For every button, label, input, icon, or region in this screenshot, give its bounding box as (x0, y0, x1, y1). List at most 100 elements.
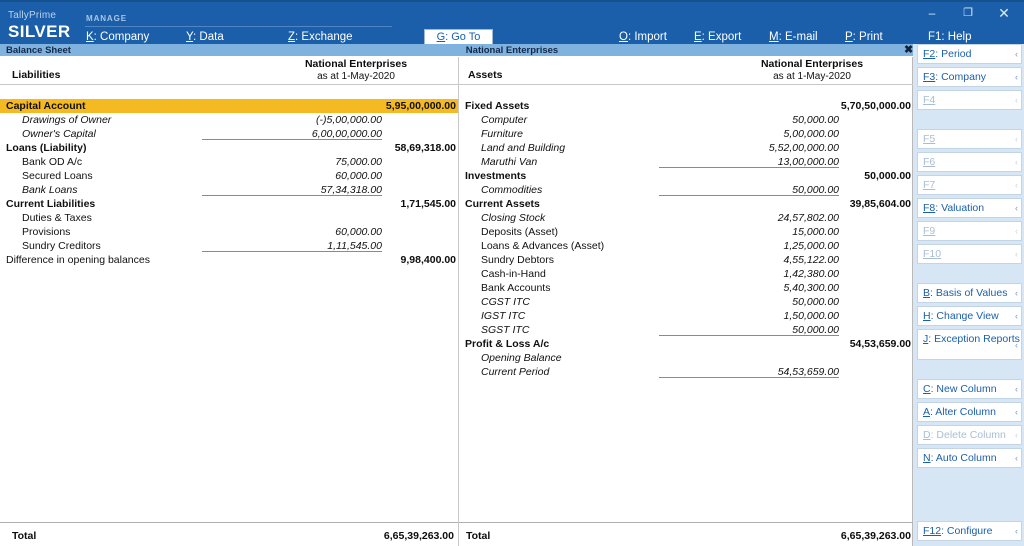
account-row[interactable]: Sundry Debtors4,55,122.00 (459, 253, 913, 267)
menu-label-export: : Export (702, 31, 742, 43)
assets-header: Assets (468, 69, 502, 81)
menu-key-print: P (845, 31, 853, 43)
account-row[interactable]: Deposits (Asset)15,000.00 (459, 225, 913, 239)
account-row[interactable]: Cash-in-Hand1,42,380.00 (459, 267, 913, 281)
fkey-key: F3 (923, 71, 935, 83)
row-label: Investments (465, 169, 526, 183)
account-row[interactable]: Computer50,000.00 (459, 113, 913, 127)
report-close-icon[interactable]: ✖ (904, 44, 913, 57)
row-sub-amount: 4,55,122.00 (659, 253, 839, 267)
fkey-button-f2[interactable]: F2: Period‹ (917, 44, 1022, 64)
row-total-amount: 54,53,659.00 (731, 337, 911, 351)
fkey-label: : New Column (931, 383, 997, 395)
fkey-button-c[interactable]: C: New Column‹ (917, 379, 1022, 399)
row-label: Drawings of Owner (22, 113, 111, 127)
account-row[interactable]: Provisions60,000.00 (0, 225, 458, 239)
liabilities-total-label: Total (12, 529, 36, 543)
row-total-amount: 5,70,50,000.00 (731, 99, 911, 113)
menu-item-help[interactable]: F1: Help (928, 30, 971, 44)
account-row[interactable]: Land and Building5,52,00,000.00 (459, 141, 913, 155)
row-label: Current Liabilities (6, 197, 95, 211)
menu-label-company: : Company (94, 31, 150, 43)
menu-item-data[interactable]: Y: Data (186, 30, 224, 44)
account-row[interactable]: Bank Accounts5,40,300.00 (459, 281, 913, 295)
function-key-sidebar: F2: Period‹F3: Company‹F4‹F5‹F6‹F7‹F8: V… (913, 44, 1024, 546)
top-spacer-left (0, 85, 458, 99)
top-menu-bar: TallyPrime SILVER MANAGE K: Company Y: D… (0, 0, 1024, 44)
account-row[interactable]: Bank Loans57,34,318.00 (0, 183, 458, 197)
fkey-button-a[interactable]: A: Alter Column‹ (917, 402, 1022, 422)
fkey-key: F4 (923, 94, 935, 106)
account-row[interactable]: Current Period54,53,659.00 (459, 365, 913, 379)
assets-date-header: as at 1-May-2020 (712, 70, 912, 83)
row-label: Closing Stock (481, 211, 545, 225)
menu-item-export[interactable]: E: Export (694, 30, 741, 44)
account-row[interactable]: Loans & Advances (Asset)1,25,000.00 (459, 239, 913, 253)
account-row[interactable]: Bank OD A/c75,000.00 (0, 155, 458, 169)
fkey-key: C (923, 383, 931, 395)
menu-divider-rule (85, 26, 392, 27)
fkey-key: N (923, 452, 931, 464)
chevron-left-icon: ‹ (1015, 245, 1018, 264)
group-row[interactable]: Profit & Loss A/c54,53,659.00 (459, 337, 913, 351)
fkey-button-f12[interactable]: F12: Configure‹ (917, 521, 1022, 541)
minimize-icon[interactable]: – (914, 2, 950, 24)
menu-item-email[interactable]: M: E-mail (769, 30, 818, 44)
fkey-button-n[interactable]: N: Auto Column‹ (917, 448, 1022, 468)
row-total-amount: 58,69,318.00 (276, 141, 456, 155)
fkey-button-f10: F10‹ (917, 244, 1022, 264)
liabilities-column: Capital Account5,95,00,000.00Drawings of… (0, 85, 458, 522)
fkey-button-j[interactable]: J: Exception Reports‹ (917, 329, 1022, 360)
row-label: Cash-in-Hand (481, 267, 546, 281)
account-row[interactable]: SGST ITC50,000.00 (459, 323, 913, 337)
row-label: Current Period (481, 365, 549, 379)
group-row[interactable]: Current Liabilities1,71,545.00 (0, 197, 458, 211)
menu-item-company[interactable]: K: Company (86, 30, 149, 44)
account-row[interactable]: CGST ITC50,000.00 (459, 295, 913, 309)
go-to-button[interactable]: G: Go To (424, 29, 493, 45)
account-row[interactable]: Sundry Creditors1,11,545.00 (0, 239, 458, 253)
group-row[interactable]: Fixed Assets5,70,50,000.00 (459, 99, 913, 113)
maximize-icon[interactable]: ❐ (950, 2, 986, 24)
account-row[interactable]: Owner's Capital6,00,00,000.00 (0, 127, 458, 141)
menu-item-import[interactable]: O: Import (619, 30, 667, 44)
fkey-button-f3[interactable]: F3: Company‹ (917, 67, 1022, 87)
account-row[interactable]: Commodities50,000.00 (459, 183, 913, 197)
fkey-button-h[interactable]: H: Change View‹ (917, 306, 1022, 326)
fkey-label: : Company (935, 71, 986, 83)
row-label: SGST ITC (481, 323, 529, 337)
row-sub-amount: 60,000.00 (202, 225, 382, 239)
group-row[interactable]: Investments50,000.00 (459, 169, 913, 183)
fkey-key: F6 (923, 156, 935, 168)
group-row[interactable]: Current Assets39,85,604.00 (459, 197, 913, 211)
group-row[interactable]: Capital Account5,95,00,000.00 (0, 99, 458, 113)
close-icon[interactable]: ✕ (986, 2, 1022, 24)
menu-item-print[interactable]: P: Print (845, 30, 883, 44)
header-column-divider (458, 57, 459, 85)
account-row[interactable]: Furniture5,00,000.00 (459, 127, 913, 141)
menu-item-exchange[interactable]: Z: Exchange (288, 30, 353, 44)
group-row[interactable]: Loans (Liability)58,69,318.00 (0, 141, 458, 155)
account-row[interactable]: IGST ITC1,50,000.00 (459, 309, 913, 323)
fkey-button-f8[interactable]: F8: Valuation‹ (917, 198, 1022, 218)
row-label: Deposits (Asset) (481, 225, 558, 239)
summary-row[interactable]: Difference in opening balances9,98,400.0… (0, 253, 458, 267)
fkey-key: F9 (923, 225, 935, 237)
account-row[interactable]: Secured Loans60,000.00 (0, 169, 458, 183)
account-row[interactable]: Opening Balance (459, 351, 913, 365)
fkey-key: F5 (923, 133, 935, 145)
row-label: Opening Balance (481, 351, 562, 365)
assets-column: Fixed Assets5,70,50,000.00Computer50,000… (459, 85, 913, 522)
account-row[interactable]: Closing Stock24,57,802.00 (459, 211, 913, 225)
menu-key-data: Y (186, 31, 193, 43)
chevron-left-icon: ‹ (1015, 449, 1018, 468)
fkey-label: : Configure (941, 525, 992, 537)
row-sub-amount: 1,50,000.00 (659, 309, 839, 323)
row-label: Furniture (481, 127, 523, 141)
account-row[interactable]: Duties & Taxes (0, 211, 458, 225)
account-row[interactable]: Maruthi Van13,00,000.00 (459, 155, 913, 169)
account-row[interactable]: Drawings of Owner(-)5,00,000.00 (0, 113, 458, 127)
fkey-button-b[interactable]: B: Basis of Values‹ (917, 283, 1022, 303)
row-label: Loans & Advances (Asset) (481, 239, 604, 253)
row-sub-amount: 75,000.00 (202, 155, 382, 169)
